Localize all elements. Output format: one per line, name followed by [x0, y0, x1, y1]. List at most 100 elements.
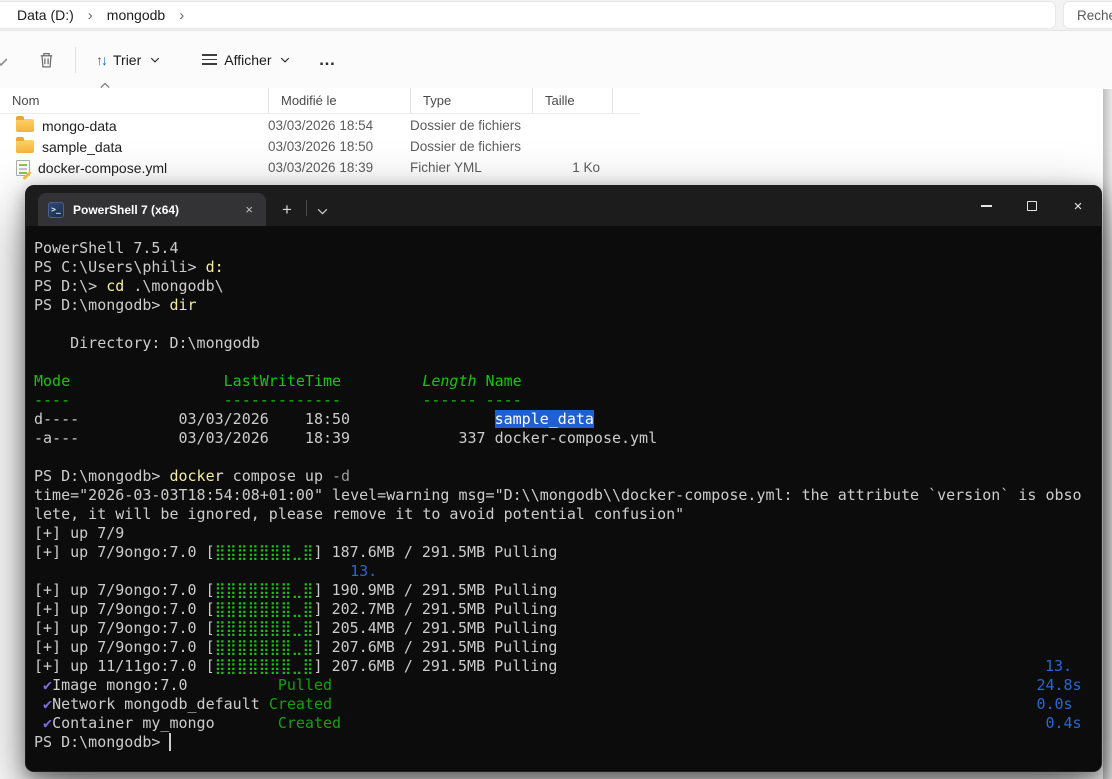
terminal-text: compose up — [224, 467, 332, 485]
tab-dropdown-icon[interactable] — [317, 208, 328, 215]
terminal-window: >_ PowerShell 7 (x64) × + × PowerShell 7… — [25, 185, 1102, 772]
terminal-text: Directory: D:\mongodb — [34, 334, 260, 352]
chevron-down-icon — [150, 57, 160, 63]
tab-close-icon[interactable]: × — [242, 202, 256, 217]
terminal-line: Directory: D:\mongodb — [34, 334, 1101, 353]
file-row[interactable]: sample_data 03/03/2026 18:50Dossier de fi… — [0, 136, 640, 157]
terminal-text: 0.0s — [1036, 695, 1072, 713]
breadcrumb-chevron-icon[interactable]: › — [171, 7, 192, 24]
file-row[interactable]: mongo-data03/03/2026 18:54Dossier de fic… — [0, 115, 640, 136]
terminal-text: Pulled — [278, 676, 332, 694]
terminal-text: Length — [422, 372, 476, 390]
terminal-text: PowerShell 7.5.4 — [34, 239, 179, 257]
terminal-text: time="2026-03-03T18:54:08+01:00" level=w… — [34, 486, 1082, 504]
terminal-text: PS D:\mongodb> — [34, 733, 169, 751]
sort-arrows-icon: ↑↓ — [96, 52, 106, 68]
column-header-name[interactable]: Nom — [0, 88, 268, 113]
column-header-modified[interactable]: Modifié le — [268, 88, 410, 113]
column-header-size[interactable]: Taille — [532, 88, 612, 113]
terminal-line: lete, it will be ignored, please remove … — [34, 505, 1101, 524]
minimize-button[interactable] — [963, 186, 1009, 226]
terminal-text: .\mongodb\ — [124, 277, 223, 295]
yml-file-icon — [16, 160, 30, 176]
file-list: mongo-data03/03/2026 18:54Dossier de fic… — [0, 115, 640, 178]
view-button[interactable]: Afficher — [192, 45, 300, 75]
view-label: Afficher — [224, 52, 271, 68]
explorer-scrollbar[interactable] — [1103, 89, 1112, 779]
breadcrumb-item-drive[interactable]: Data (D:) — [11, 5, 80, 25]
terminal-text: 13. — [1045, 657, 1072, 675]
terminal-text: ⣿⣿⣿⣿⣿⣿⣿⣀⣿ — [215, 543, 314, 561]
tab-title: PowerShell 7 (x64) — [73, 203, 233, 217]
explorer-address-bar: Data (D:) › mongodb › Reche — [0, 0, 1112, 30]
terminal-line: PS D:\mongodb> — [34, 733, 1101, 752]
terminal-text: ] 187.6MB / 291.5MB Pulling — [314, 543, 558, 561]
terminal-text: [+] up 7/9ongo:7.0 [ — [34, 600, 215, 618]
terminal-text: [+] up 7/9ongo:7.0 [ — [34, 543, 215, 561]
terminal-output[interactable]: PowerShell 7.5.4PS C:\Users\phili> d:PS … — [26, 226, 1101, 752]
terminal-text: docker — [169, 467, 223, 485]
folder-icon — [16, 140, 34, 153]
terminal-line: ✔Image mongo:7.0 Pulled 24.8s — [34, 676, 1101, 695]
file-name: sample_data — [42, 139, 122, 155]
breadcrumb-item-folder[interactable]: mongodb — [101, 5, 171, 25]
terminal-text: Image mongo:7.0 — [52, 676, 278, 694]
terminal-text — [34, 695, 43, 713]
terminal-text: sample_data — [495, 410, 594, 428]
terminal-text: PS D:\> — [34, 277, 106, 295]
column-header-type[interactable]: Type — [410, 88, 532, 113]
terminal-text: cd — [106, 277, 124, 295]
file-size: 1 Ko — [532, 160, 612, 175]
new-tab-button[interactable]: + — [282, 200, 292, 220]
file-type: Dossier de fichiers — [410, 118, 532, 133]
terminal-text: [+] up 7/9 — [34, 524, 124, 542]
terminal-line: PowerShell 7.5.4 — [34, 239, 1101, 258]
sort-button[interactable]: ↑↓ Trier — [86, 45, 170, 75]
terminal-text: 13. — [350, 562, 377, 580]
terminal-line: ✔Network mongodb_default Created 0.0s — [34, 695, 1101, 714]
screen: Data (D:) › mongodb › Reche — [0, 0, 1112, 779]
terminal-line: PS C:\Users\phili> d: — [34, 258, 1101, 277]
terminal-text: dir — [169, 296, 196, 314]
file-name: docker-compose.yml — [38, 160, 167, 176]
search-input[interactable]: Reche — [1063, 1, 1112, 29]
maximize-button[interactable] — [1009, 186, 1055, 226]
terminal-line: ---- ------------- ------ ---- — [34, 391, 1101, 410]
chevron-down-icon[interactable] — [0, 55, 8, 69]
more-options-button[interactable]: … — [318, 50, 336, 70]
terminal-line: 13. — [34, 562, 1101, 581]
breadcrumb-chevron-icon[interactable]: › — [80, 7, 101, 24]
terminal-line: PS D:\mongodb> docker compose up -d — [34, 467, 1101, 486]
terminal-text: -a--- 03/03/2026 18:39 337 docker-compos… — [34, 429, 657, 447]
terminal-text: PS D:\mongodb> — [34, 467, 169, 485]
powershell-icon: >_ — [48, 202, 64, 218]
terminal-titlebar[interactable]: >_ PowerShell 7 (x64) × + × — [26, 186, 1101, 226]
terminal-text: ] 190.9MB / 291.5MB Pulling — [314, 581, 558, 599]
terminal-text: d---- 03/03/2026 18:50 — [34, 410, 495, 428]
close-button[interactable]: × — [1055, 186, 1101, 226]
terminal-text: Container my_mongo — [52, 714, 278, 732]
terminal-text: -d — [332, 467, 350, 485]
terminal-text: ✔ — [43, 695, 52, 713]
delete-button[interactable] — [28, 44, 65, 76]
terminal-text: lete, it will be ignored, please remove … — [34, 505, 684, 523]
column-header-spacer — [612, 88, 640, 113]
terminal-text: ✔ — [43, 714, 52, 732]
terminal-line — [34, 353, 1101, 372]
terminal-line: [+] up 7/9ongo:7.0 [⣿⣿⣿⣿⣿⣿⣿⣀⣿] 207.6MB /… — [34, 638, 1101, 657]
file-type: Fichier YML — [410, 160, 532, 175]
divider — [75, 47, 76, 73]
file-row[interactable]: docker-compose.yml03/03/2026 18:39Fichie… — [0, 157, 640, 178]
terminal-text: Name — [477, 372, 522, 390]
terminal-text: Network mongodb_default — [52, 695, 269, 713]
terminal-text: ---- ------------- ------ ---- — [34, 391, 522, 409]
terminal-tab[interactable]: >_ PowerShell 7 (x64) × — [38, 193, 266, 226]
sort-ascending-icon — [100, 82, 110, 89]
file-type: Dossier de fichiers — [410, 139, 532, 154]
terminal-line: PS D:\> cd .\mongodb\ — [34, 277, 1101, 296]
file-modified: 03/03/2026 18:50 — [268, 139, 410, 154]
terminal-text: Created — [278, 714, 341, 732]
terminal-text: [+] up 7/9ongo:7.0 [ — [34, 638, 215, 656]
terminal-text: ⣿⣿⣿⣿⣿⣿⣿⣀⣿ — [215, 657, 314, 675]
file-name: mongo-data — [42, 118, 117, 134]
